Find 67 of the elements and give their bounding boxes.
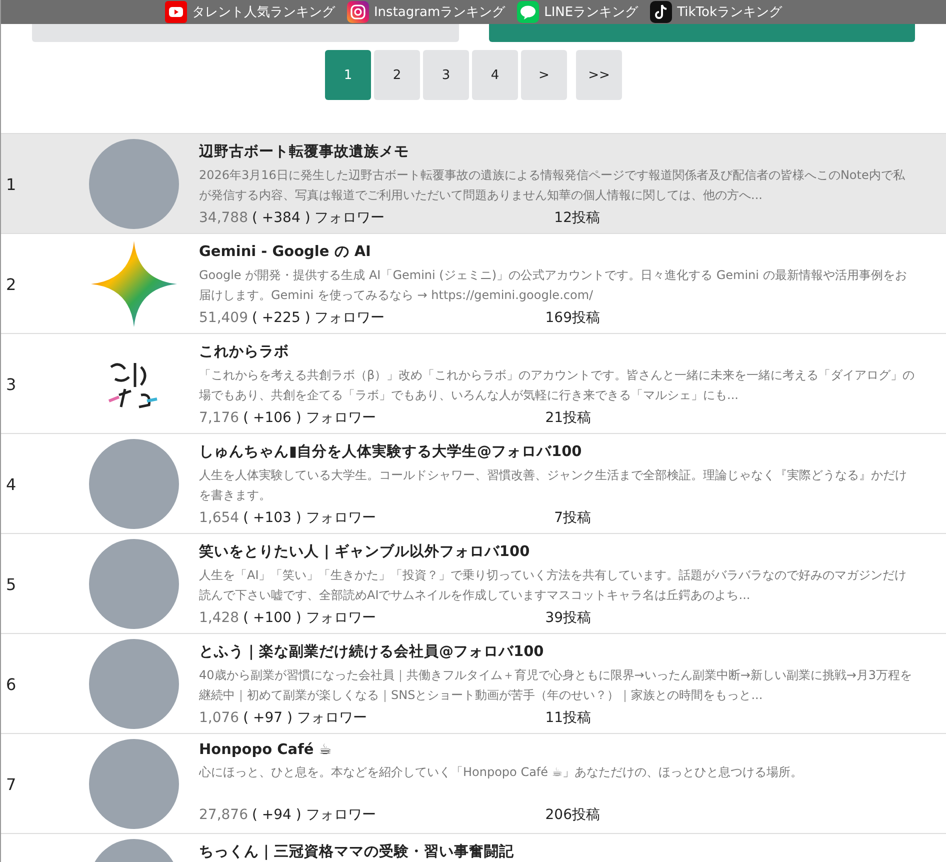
rank-number: 6 (5, 674, 16, 694)
follower-count: 27,876 (199, 807, 248, 823)
ranking-link[interactable]: LINEランキング (517, 1, 638, 23)
ranking-row[interactable]: 7 Honpopo Café ☕ 心にほっと、ひと息を。本などを紹介していく「Honpopo Café ☕」あなただけの、ほっとひと息つける場所。 27,876 ( +94 ) フォロワー 206投稿 (1, 734, 946, 834)
ranking-link[interactable]: Instagramランキング (346, 1, 506, 23)
account-name[interactable]: とふう｜楽な副業だけ続ける会社員@フォロバ100 (199, 642, 916, 661)
ranking-row[interactable]: 3 これからラボ 「これからを考える共創ラボ（β）」改め「これからラボ」のアカウントです。皆さんと一緒に未来を一緒に考える「ダイアログ」の場でもあり、共創を企てる「ラボ」でもあり、いろんな人が気軽に行き来できる「マルシェ」にも... 7,176 ( +106 ) フォロワー 21投稿 (1, 334, 946, 434)
ranking-link[interactable]: タレント人気ランキング (164, 1, 335, 23)
follower-count: 7,176 (199, 410, 240, 426)
account-description: 40歳から副業が習慣になった会社員｜共働きフルタイム＋育児で心身ともに限界→いったん副業中断→新しい副業に挑戦→月3万程を継続中｜初めて副業が楽しくなる｜SNSとショート動画が苦手（年のせい？）｜家族との時間をもっと... (199, 667, 914, 704)
follower-change: ( +97 ) フォロワー (243, 709, 368, 727)
page-button[interactable]: 1 (325, 50, 371, 100)
follower-change: ( +100 ) フォロワー (243, 609, 377, 627)
follower-count: 1,076 (199, 710, 240, 726)
post-count: 206投稿 (544, 806, 600, 824)
account-name[interactable]: しゅんちゃん▮自分を人体実験する大学生@フォロバ100 (199, 442, 916, 461)
follower-change: ( +384 ) フォロワー (252, 209, 386, 227)
account-description: 2026年3月16日に発生した辺野古ボート転覆事故の遺族による情報発信ページです報道関係者及び配信者の皆様へこのNote内で私が発信する内容、写真は報道でご利用いただいて問題ありません知華の個人情報に関しては、他の方へ... (199, 167, 906, 204)
follower-count: 1,428 (199, 610, 240, 626)
ranking-link[interactable]: TikTokランキング (650, 1, 782, 23)
follower-change: ( +106 ) フォロワー (243, 409, 377, 427)
post-count: 11投稿 (544, 709, 592, 727)
ranking-row[interactable]: ちっくん｜三冠資格ママの受験・習い事奮闘記 (1, 834, 946, 862)
page-button[interactable]: 3 (423, 50, 469, 100)
video-play-icon (164, 1, 187, 23)
follower-count: 1,654 (199, 510, 240, 526)
camera-icon (346, 1, 369, 23)
rank-number: 4 (5, 474, 16, 494)
account-name[interactable]: 辺野古ボート転覆事故遺族メモ (199, 142, 916, 161)
account-name[interactable]: これからラボ (199, 342, 916, 361)
sort-tab[interactable] (488, 24, 915, 42)
chat-bubble-icon (517, 1, 540, 23)
post-count: 169投稿 (544, 309, 600, 327)
ranking-row[interactable]: 1 辺野古ボート転覆事故遺族メモ 2026年3月16日に発生した辺野古ボート転覆事故の遺族による情報発信ページです報道関係者及び配信者の皆様へこのNote内で私が発信する内容、写真は報道でご利用いただいて問題ありません知華の個人情報に関しては、他の方へ... 34,788 ( +384 ) フォロワー 12投稿 (1, 134, 946, 234)
post-count: 7投稿 (553, 509, 592, 527)
page-button[interactable]: >> (576, 50, 622, 100)
ranking-row[interactable]: 5 笑いをとりたい人 | ギャンブル以外フォロバ100 人生を「AI」「笑い」「生きかた」「投資？」で乗り切っていく方法を共有しています。話題がバラバラなので好みのマガジンだけ読んで下さい嘘です、全部読めAIでサムネイルを作成していますマスコットキャラ名は丘鍔あのよち... 1,428 ( +100 ) フォロワー 39投稿 (1, 534, 946, 634)
music-note-icon (650, 1, 672, 23)
follower-count: 51,409 (199, 310, 248, 326)
rank-number: 3 (5, 374, 16, 394)
follower-change: ( +94 ) フォロワー (252, 806, 377, 824)
rank-number: 7 (5, 774, 16, 794)
account-description: 心にほっと、ひと息を。本などを紹介していく「Honpopo Café ☕」あなただけの、ほっとひと息つける場所。 (199, 764, 804, 781)
page-button[interactable]: 4 (472, 50, 518, 100)
post-count: 39投稿 (544, 609, 592, 627)
account-description: 人生を「AI」「笑い」「生きかた」「投資？」で乗り切っていく方法を共有しています。話題がバラバラなので好みのマガジンだけ読んで下さい嘘です、全部読めAIでサムネイルを作成していますマスコットキャラ名は丘鍔あのよち... (199, 567, 908, 604)
rank-number: 2 (5, 274, 16, 294)
page-button[interactable]: 2 (374, 50, 420, 100)
account-description: Google が開発・提供する生成 AI「Gemini (ジェミニ)」の公式アカウントです。日々進化する Gemini の最新情報や活用事例をお届けします。Gemini を使ってみるなら → https://gemini.google.com/ (199, 267, 908, 304)
rank-number: 5 (5, 574, 16, 594)
ranking-row[interactable]: 4 しゅんちゃん▮自分を人体実験する大学生@フォロバ100 人生を人体実験している大学生。コールドシャワー、習慣改善、ジャンク生活まで全部検証。理論じゃなく『実際どうなる』かだけを書きます。 1,654 ( +103 ) フォロワー 7投稿 (1, 434, 946, 534)
account-name[interactable]: 笑いをとりたい人 | ギャンブル以外フォロバ100 (199, 542, 916, 561)
account-name[interactable]: Gemini - Google の AI (199, 242, 916, 261)
account-description: 人生を人体実験している大学生。コールドシャワー、習慣改善、ジャンク生活まで全部検証。理論じゃなく『実際どうなる』かだけを書きます。 (199, 467, 908, 504)
post-count: 21投稿 (544, 409, 592, 427)
sort-tab[interactable] (32, 24, 458, 42)
follower-count: 34,788 (199, 210, 248, 226)
ranking-row[interactable]: 2 Gemini - Google の AI Google が開発・提供する生成 AI「Gemini (ジェミニ)」の公式アカウントです。日々進化する Gemini の最新情報や活用事例をお届けします。Gemini を使ってみるなら → https://gemini.google.com/ 51,409 ( +225 ) フォロワー 169投稿 (1, 234, 946, 334)
ranking-row[interactable]: 6 とふう｜楽な副業だけ続ける会社員@フォロバ100 40歳から副業が習慣になった会社員｜共働きフルタイム＋育児で心身ともに限界→いったん副業中断→新しい副業に挑戦→月3万程を継続中｜初めて副業が楽しくなる｜SNSとショート動画が苦手（年のせい？）｜家族との時間をもっと... 1,076 ( +97 ) フォロワー 11投稿 (1, 634, 946, 734)
follower-change: ( +103 ) フォロワー (243, 509, 377, 527)
post-count: 12投稿 (553, 209, 600, 227)
page-button[interactable]: > (521, 50, 567, 100)
account-name[interactable]: Honpopo Café ☕ (199, 742, 916, 758)
rank-number: 1 (5, 174, 16, 194)
account-name[interactable]: ちっくん｜三冠資格ママの受験・習い事奮闘記 (199, 842, 916, 861)
follower-change: ( +225 ) フォロワー (252, 309, 386, 327)
account-description: 「これからを考える共創ラボ（β）」改め「これからラボ」のアカウントです。皆さんと一緒に未来を一緒に考える「ダイアログ」の場でもあり、共創を企てる「ラボ」でもあり、いろんな人が気軽に行き来できる「マルシェ」にも... (199, 367, 916, 404)
